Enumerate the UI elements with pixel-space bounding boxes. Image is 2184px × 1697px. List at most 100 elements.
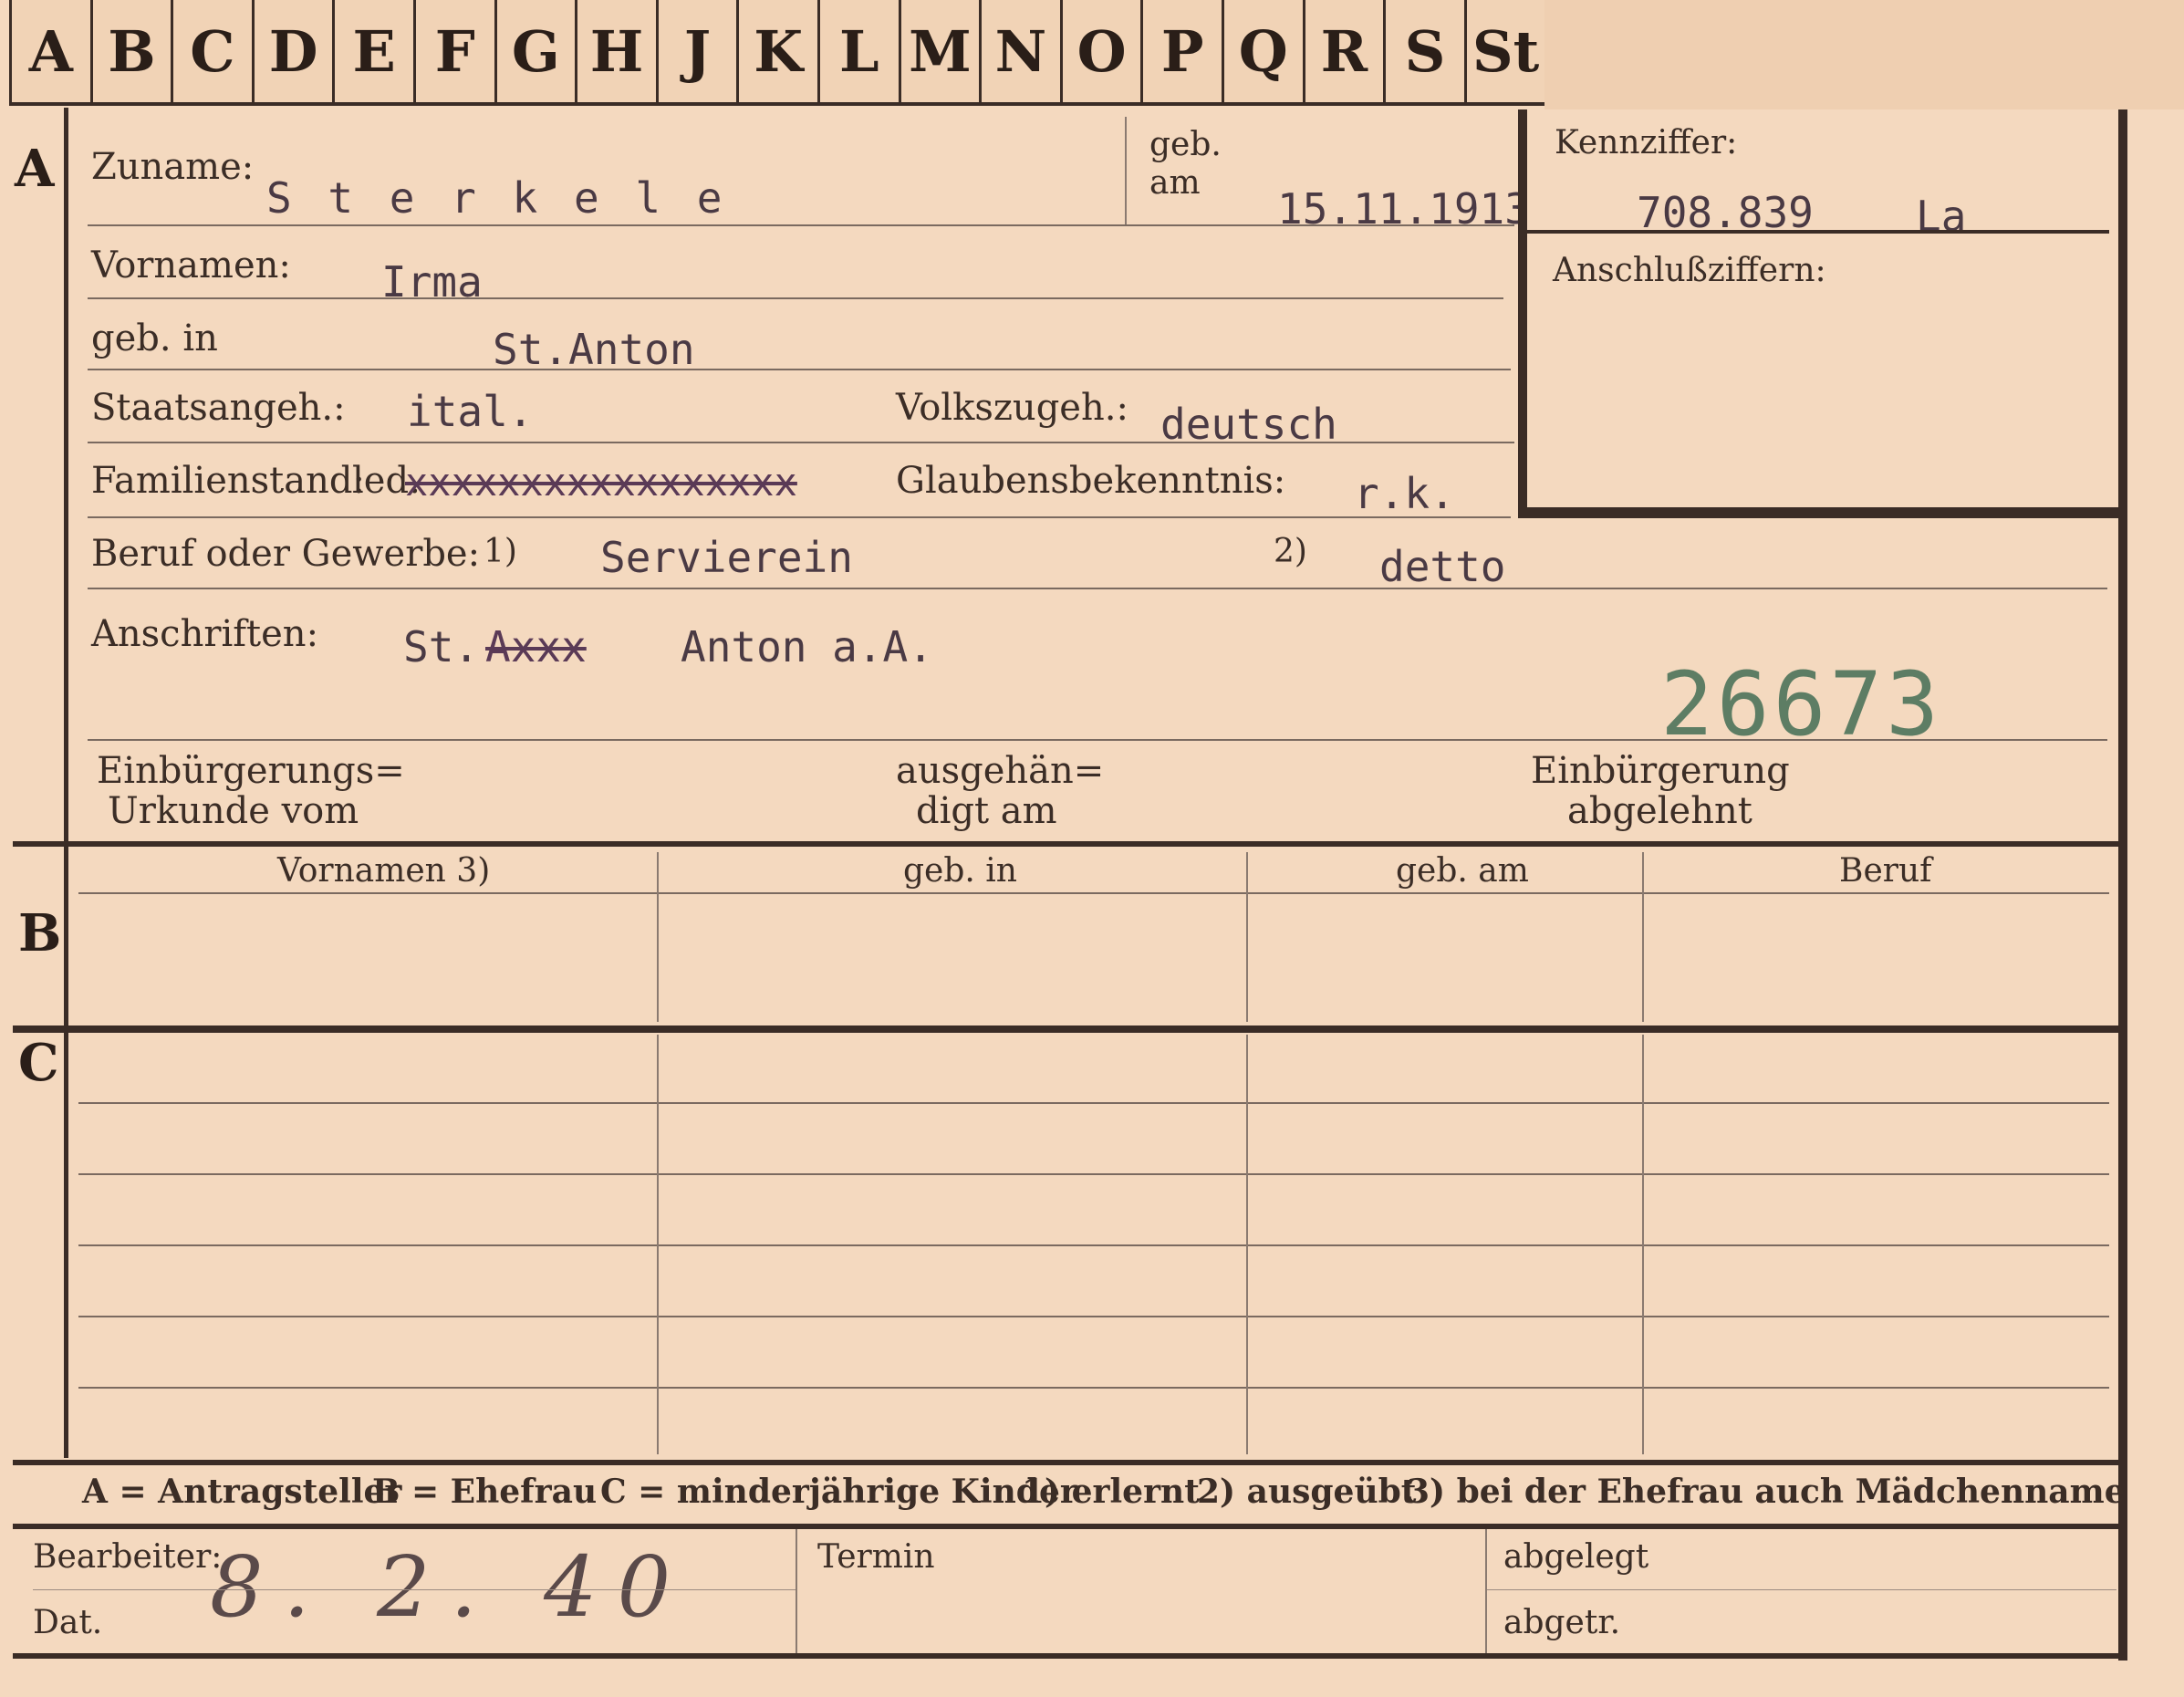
section-a-letter: A [15, 139, 55, 199]
beruf-label: Beruf oder Gewerbe: [91, 533, 481, 575]
frame-right-line [2118, 109, 2127, 1661]
letter-tab: P [1143, 0, 1224, 102]
letter-tab: D [255, 0, 336, 102]
section-bc-divider [13, 1025, 2120, 1033]
staatsangeh-underline [88, 442, 1514, 443]
c-row-line [78, 1173, 2109, 1175]
kennziffer-underline [1525, 230, 2109, 234]
zuname-label: Zuname: [91, 146, 255, 188]
geb-am-label-line1: geb. [1149, 126, 1222, 163]
letter-tab: G [497, 0, 578, 102]
letter-tab: Q [1224, 0, 1305, 102]
kennziffer-label: Kennziffer: [1555, 124, 1738, 161]
glaubens-value: r.k. [1354, 469, 1455, 518]
frame-bottom-line [13, 1653, 2127, 1659]
legend-bottom-line [13, 1524, 2120, 1529]
c-col-divider-2 [1246, 1035, 1248, 1454]
glaubens-label: Glaubensbekenntnis: [896, 460, 1286, 502]
abgelegt-label: abgelegt [1503, 1538, 1649, 1576]
beruf-value-1: Servierein [600, 533, 853, 582]
b-col-divider-3 [1642, 852, 1644, 1022]
geb-am-label-line2: am [1149, 164, 1201, 202]
letter-tab: A [12, 0, 93, 102]
letter-tab: R [1305, 0, 1387, 102]
section-c-letter: C [18, 1033, 59, 1093]
b-col-geb-am: geb. am [1396, 852, 1529, 890]
letter-tab: N [982, 0, 1063, 102]
tab-strip-end [1544, 0, 2184, 109]
section-ab-divider [13, 841, 2120, 847]
letter-tab: L [820, 0, 901, 102]
anschriften-value-2: Anton a.A. [681, 622, 933, 672]
abgelehnt-label-line1: Einbürgerung [1531, 750, 1790, 792]
b-left-line [64, 845, 68, 1024]
c-col-divider-1 [657, 1035, 659, 1454]
legend-top-line [13, 1460, 2120, 1465]
frame-left-line [64, 108, 68, 1458]
vornamen-label: Vornamen: [91, 245, 291, 286]
geb-in-value: St.Anton [493, 325, 695, 374]
c-row-line [78, 1244, 2109, 1246]
b-col-divider-2 [1246, 852, 1248, 1022]
letter-tab: E [335, 0, 416, 102]
bearbeiter-label: Bearbeiter: [33, 1538, 223, 1576]
section-b-letter: B [18, 903, 62, 963]
beruf-value-2: detto [1379, 542, 1506, 591]
legend-a: A = Antragsteller [82, 1473, 402, 1511]
legend-note-3: 3) bei der Ehefrau auch Mädchenname [1407, 1473, 2126, 1511]
familienstand-label: Familienstand: [91, 460, 365, 502]
b-col-vornamen: Vornamen 3) [277, 852, 491, 890]
staatsangeh-value: ital. [407, 387, 534, 436]
letter-tab: S [1386, 0, 1467, 102]
volkszugeh-label: Volkszugeh.: [896, 387, 1128, 429]
anschriften-underline [88, 739, 2107, 741]
c-row-line [78, 1102, 2109, 1104]
staatsangeh-label: Staatsangeh.: [91, 387, 346, 429]
c-row-line [78, 1316, 2109, 1317]
bearbeiter-underline [33, 1589, 796, 1590]
letter-tab: F [416, 0, 497, 102]
footer-divider-2 [1485, 1529, 1487, 1653]
abgetr-label: abgetr. [1503, 1604, 1621, 1641]
legend-c: C = minderjährige Kinder [600, 1473, 1077, 1511]
letter-tab: St [1467, 0, 1548, 102]
ausgehaendigt-label-line1: ausgehän= [896, 750, 1105, 792]
dat-label: Dat. [33, 1604, 103, 1641]
beruf-underline [88, 588, 2107, 589]
letter-tab: K [739, 0, 820, 102]
geb-am-divider [1125, 117, 1127, 226]
urkunde-label-line1: Einbürgerungs= [97, 750, 405, 792]
vornamen-underline [88, 297, 1503, 299]
b-col-divider-1 [657, 852, 659, 1022]
c-row-line [78, 1387, 2109, 1389]
b-header-underline [78, 892, 2109, 894]
familienstand-underline [88, 516, 1511, 518]
zuname-value: S t e r k e l e [266, 173, 728, 223]
anschriften-struck-text: Axxx [485, 622, 587, 672]
c-col-divider-3 [1642, 1035, 1644, 1454]
b-col-beruf: Beruf [1839, 852, 1932, 890]
legend-note-1: 1) erlernt [1022, 1473, 1200, 1511]
geb-in-underline [88, 369, 1511, 370]
letter-tab: H [577, 0, 659, 102]
anschluss-label: Anschlußziffern: [1553, 252, 1826, 289]
letter-tab: O [1063, 0, 1144, 102]
letter-tab: C [173, 0, 255, 102]
familienstand-struck-text: xxxxxxxxxxxxxxxxx [405, 460, 797, 505]
footer-divider-1 [796, 1529, 797, 1653]
letter-tab: M [901, 0, 983, 102]
geb-in-label: geb. in [91, 318, 218, 359]
legend-b: B = Ehefrau [372, 1473, 598, 1511]
urkunde-label-line2: Urkunde vom [108, 790, 359, 832]
dat-handwritten-value: 8. 2. 40 [210, 1538, 692, 1636]
letter-tab: B [93, 0, 174, 102]
anschluss-box-left [1518, 109, 1527, 518]
beruf-note-1: 1) [484, 533, 517, 570]
b-col-geb-in: geb. in [903, 852, 1017, 890]
termin-label: Termin [817, 1538, 935, 1576]
anschriften-label: Anschriften: [91, 613, 319, 655]
registration-card: A B C D E F G H J K L M N O P Q R S St A B C Zuname: S t e… [0, 0, 2184, 1697]
anschriften-value-1: St. [403, 622, 480, 672]
beruf-note-2: 2) [1274, 533, 1307, 570]
abgelegt-underline [1487, 1589, 2116, 1590]
